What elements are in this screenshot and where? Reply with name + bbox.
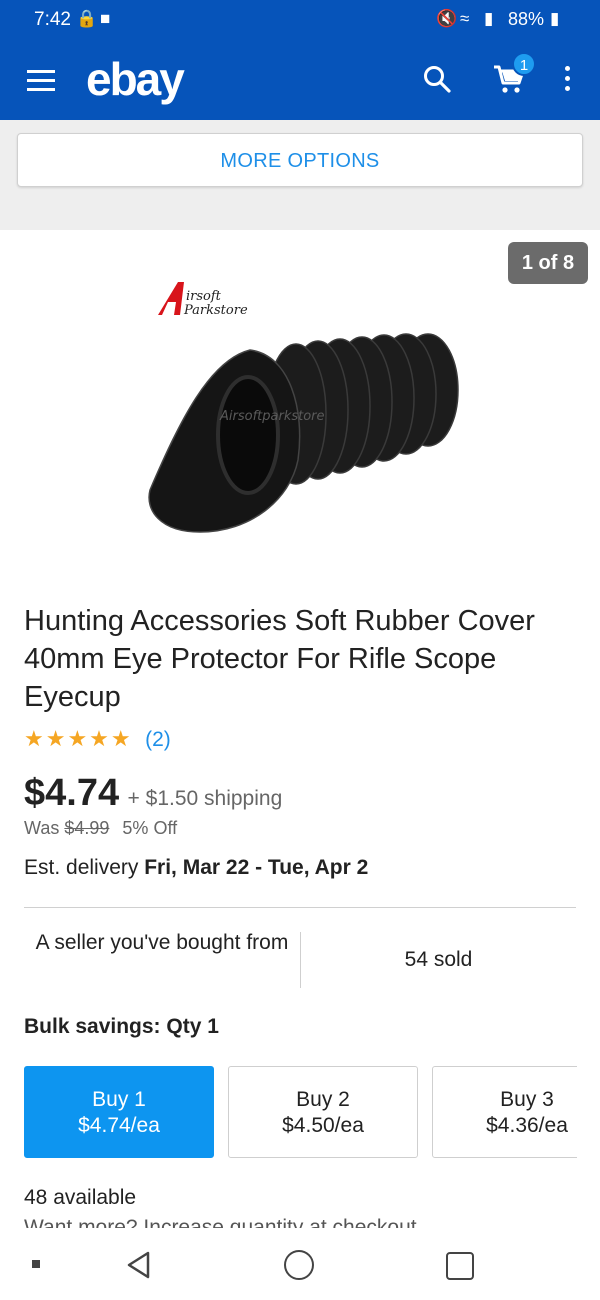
price-row: $4.74 + $1.50 shipping xyxy=(24,772,282,815)
discount: 5% Off xyxy=(122,818,178,838)
lock-icon: 🔒 xyxy=(76,9,98,28)
search-icon[interactable] xyxy=(422,64,452,94)
buy-option-price: $4.36/ea xyxy=(486,1114,568,1137)
svg-text:Airsoftparkstore: Airsoftparkstore xyxy=(219,409,325,424)
buy-option-label: Buy 1 xyxy=(92,1088,146,1111)
home-icon[interactable] xyxy=(284,1250,314,1280)
svg-text:Parkstore: Parkstore xyxy=(183,303,248,318)
status-time: 7:42 xyxy=(34,9,71,30)
divider xyxy=(24,907,576,908)
mute-icon: 🔇 xyxy=(436,9,458,28)
buy-option-1[interactable]: Buy 1 $4.74/ea xyxy=(24,1066,214,1158)
svg-text:irsoft: irsoft xyxy=(186,289,222,304)
app-header: ebay 1 xyxy=(0,40,600,120)
more-options-band: MORE OPTIONS xyxy=(0,120,600,230)
delivery-dates: Fri, Mar 22 - Tue, Apr 2 xyxy=(144,856,369,879)
wifi-icon: ≈ xyxy=(460,9,470,28)
battery-icon: ▮ xyxy=(550,9,560,28)
buy-option-label: Buy 2 xyxy=(296,1088,350,1111)
status-bar: 7:42 🔒 ■ 🔇 ≈ ▮ 88% ▮ xyxy=(0,0,600,40)
back-icon[interactable] xyxy=(124,1250,154,1280)
delivery-estimate: Est. delivery Fri, Mar 22 - Tue, Apr 2 xyxy=(24,856,368,880)
image-counter: 1 of 8 xyxy=(508,242,588,284)
product-title: Hunting Accessories Soft Rubber Cover 40… xyxy=(24,605,535,713)
rating[interactable]: ★★★★★ (2) xyxy=(24,726,171,754)
image-gallery[interactable]: 1 of 8 irsoft Parkstore Airsoftparkstore xyxy=(0,230,600,590)
overflow-menu-icon[interactable] xyxy=(562,66,572,96)
system-nav-bar xyxy=(0,1228,600,1300)
shipping-cost: + $1.50 shipping xyxy=(127,787,283,810)
buy-option-label: Buy 3 xyxy=(500,1088,554,1111)
nav-indicator-icon xyxy=(32,1260,40,1268)
signal-icon: ▮ xyxy=(484,9,494,28)
buy-option-2[interactable]: Buy 2 $4.50/ea xyxy=(228,1066,418,1158)
available-quantity: 48 available xyxy=(24,1186,137,1209)
activity-icon: ■ xyxy=(100,9,111,28)
was-label: Was xyxy=(24,818,60,838)
battery-level: 88% xyxy=(507,9,544,29)
cart-count-badge: 1 xyxy=(512,52,536,76)
bulk-options: Buy 1 $4.74/ea Buy 2 $4.50/ea Buy 3 $4.3… xyxy=(0,1060,577,1170)
buy-option-price: $4.50/ea xyxy=(282,1114,364,1137)
seller-note: A seller you've bought from xyxy=(35,931,289,954)
ebay-logo[interactable]: ebay xyxy=(86,52,185,106)
price: $4.74 xyxy=(24,772,120,814)
sold-count: 54 sold xyxy=(404,948,473,971)
want-more-note: Want more? Increase quantity at checkout xyxy=(24,1216,417,1228)
rating-count-link[interactable]: (2) xyxy=(145,728,171,751)
seller-info: A seller you've bought from 54 sold xyxy=(24,930,576,990)
recent-apps-icon[interactable] xyxy=(446,1252,474,1280)
was-price: $4.99 xyxy=(64,818,110,838)
delivery-label: Est. delivery xyxy=(24,856,139,879)
star-rating: ★★★★★ xyxy=(24,726,133,751)
buy-option-price: $4.74/ea xyxy=(78,1114,160,1137)
product-image[interactable]: irsoft Parkstore Airsoftparkstore xyxy=(140,270,470,550)
buy-option-3[interactable]: Buy 3 $4.36/ea xyxy=(432,1066,577,1158)
menu-icon[interactable] xyxy=(27,70,55,91)
bulk-savings-title: Bulk savings: Qty 1 xyxy=(24,1015,219,1038)
more-options-button[interactable]: MORE OPTIONS xyxy=(17,133,583,187)
brand-logo: irsoft Parkstore xyxy=(158,282,248,318)
was-price-row: Was $4.99 5% Off xyxy=(24,818,177,839)
